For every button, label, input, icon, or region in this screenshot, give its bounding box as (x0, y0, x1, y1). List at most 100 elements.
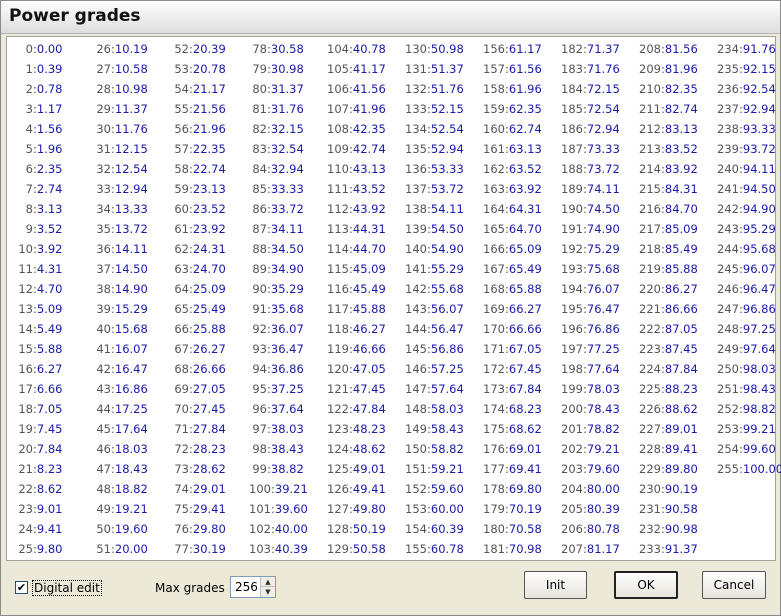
grade-entry[interactable]: 224:87.84 (631, 362, 709, 382)
grade-entry[interactable]: 137:53.72 (397, 182, 475, 202)
grade-entry[interactable]: 12:4.70 (7, 282, 85, 302)
grade-entry[interactable]: 217:85.09 (631, 222, 709, 242)
grade-entry[interactable]: 148:58.03 (397, 402, 475, 422)
grade-entry[interactable]: 115:45.09 (319, 262, 397, 282)
grade-entry[interactable]: 83:32.54 (241, 142, 319, 162)
grade-entry[interactable]: 10:3.92 (7, 242, 85, 262)
grade-entry[interactable]: 127:49.80 (319, 502, 397, 522)
grade-entry[interactable]: 123:48.23 (319, 422, 397, 442)
grade-entry[interactable]: 129:50.58 (319, 542, 397, 562)
grade-entry[interactable]: 118:46.27 (319, 322, 397, 342)
grade-entry[interactable]: 44:17.25 (85, 402, 163, 422)
grade-entry[interactable]: 162:63.52 (475, 162, 553, 182)
grade-entry[interactable]: 245:96.07 (709, 262, 781, 282)
grade-entry[interactable]: 212:83.13 (631, 122, 709, 142)
grade-entry[interactable]: 30:11.76 (85, 122, 163, 142)
grade-entry[interactable]: 136:53.33 (397, 162, 475, 182)
grade-entry[interactable]: 193:75.68 (553, 262, 631, 282)
grade-entry[interactable]: 101:39.60 (241, 502, 319, 522)
grade-entry[interactable]: 37:14.50 (85, 262, 163, 282)
grade-entry[interactable]: 159:62.35 (475, 102, 553, 122)
grade-entry[interactable]: 231:90.58 (631, 502, 709, 522)
grade-entry[interactable]: 205:80.39 (553, 502, 631, 522)
grade-entry[interactable]: 194:76.07 (553, 282, 631, 302)
grade-entry[interactable]: 227:89.01 (631, 422, 709, 442)
grade-entry[interactable]: 235:92.15 (709, 62, 781, 82)
grade-entry[interactable]: 135:52.94 (397, 142, 475, 162)
grade-entry[interactable]: 249:97.64 (709, 342, 781, 362)
grade-entry[interactable]: 246:96.47 (709, 282, 781, 302)
grade-entry[interactable]: 254:99.60 (709, 442, 781, 462)
grade-entry[interactable]: 201:78.82 (553, 422, 631, 442)
grade-entry[interactable]: 53:20.78 (163, 62, 241, 82)
grade-entry[interactable]: 31:12.15 (85, 142, 163, 162)
grade-entry[interactable]: 69:27.05 (163, 382, 241, 402)
grade-entry[interactable]: 182:71.37 (553, 42, 631, 62)
grade-entry[interactable]: 79:30.98 (241, 62, 319, 82)
grade-entry[interactable]: 50:19.60 (85, 522, 163, 542)
grade-entry[interactable]: 164:64.31 (475, 202, 553, 222)
grade-entry[interactable]: 14:5.49 (7, 322, 85, 342)
grade-entry[interactable]: 43:16.86 (85, 382, 163, 402)
grade-entry[interactable]: 18:7.05 (7, 402, 85, 422)
grade-entry[interactable]: 142:55.68 (397, 282, 475, 302)
grade-entry[interactable]: 124:48.62 (319, 442, 397, 462)
grade-entry[interactable]: 154:60.39 (397, 522, 475, 542)
grade-entry[interactable]: 52:20.39 (163, 42, 241, 62)
grade-entry[interactable]: 215:84.31 (631, 182, 709, 202)
grade-entry[interactable]: 190:74.50 (553, 202, 631, 222)
grade-entry[interactable]: 85:33.33 (241, 182, 319, 202)
grade-entry[interactable]: 21:8.23 (7, 462, 85, 482)
grade-entry[interactable]: 113:44.31 (319, 222, 397, 242)
grade-entry[interactable]: 49:19.21 (85, 502, 163, 522)
grade-entry[interactable]: 139:54.50 (397, 222, 475, 242)
grade-entry[interactable]: 114:44.70 (319, 242, 397, 262)
grade-entry[interactable]: 107:41.96 (319, 102, 397, 122)
grade-entry[interactable]: 119:46.66 (319, 342, 397, 362)
grade-entry[interactable]: 248:97.25 (709, 322, 781, 342)
grade-entry[interactable]: 188:73.72 (553, 162, 631, 182)
grade-entry[interactable]: 151:59.21 (397, 462, 475, 482)
grade-entry[interactable]: 202:79.21 (553, 442, 631, 462)
grade-entry[interactable]: 89:34.90 (241, 262, 319, 282)
grade-entry[interactable]: 222:87.05 (631, 322, 709, 342)
grade-entry[interactable]: 178:69.80 (475, 482, 553, 502)
grade-entry[interactable]: 138:54.11 (397, 202, 475, 222)
grade-entry[interactable]: 156:61.17 (475, 42, 553, 62)
grade-entry[interactable]: 15:5.88 (7, 342, 85, 362)
grade-entry[interactable]: 168:65.88 (475, 282, 553, 302)
grade-entry[interactable]: 97:38.03 (241, 422, 319, 442)
grade-entry[interactable]: 132:51.76 (397, 82, 475, 102)
grade-entry[interactable]: 96:37.64 (241, 402, 319, 422)
grade-entry[interactable]: 24:9.41 (7, 522, 85, 542)
grade-entry[interactable]: 86:33.72 (241, 202, 319, 222)
grade-entry[interactable]: 98:38.43 (241, 442, 319, 462)
grade-entry[interactable]: 247:96.86 (709, 302, 781, 322)
spinner-up-icon[interactable]: ▲ (261, 577, 275, 587)
grade-entry[interactable]: 144:56.47 (397, 322, 475, 342)
grade-entry[interactable]: 36:14.11 (85, 242, 163, 262)
digital-edit-label[interactable]: Digital edit (32, 580, 102, 596)
grade-entry[interactable]: 91:35.68 (241, 302, 319, 322)
grade-entry[interactable]: 200:78.43 (553, 402, 631, 422)
grade-entry[interactable]: 233:91.37 (631, 542, 709, 562)
grade-entry[interactable]: 25:9.80 (7, 542, 85, 562)
grade-entry[interactable]: 140:54.90 (397, 242, 475, 262)
grade-entry[interactable]: 70:27.45 (163, 402, 241, 422)
grade-entry[interactable]: 234:91.76 (709, 42, 781, 62)
grade-entry[interactable]: 109:42.74 (319, 142, 397, 162)
grade-entry[interactable]: 251:98.43 (709, 382, 781, 402)
grade-entry[interactable]: 65:25.49 (163, 302, 241, 322)
grade-entry[interactable]: 35:13.72 (85, 222, 163, 242)
grade-entry[interactable]: 74:29.01 (163, 482, 241, 502)
grade-entry[interactable]: 250:98.03 (709, 362, 781, 382)
grade-entry[interactable]: 4:1.56 (7, 122, 85, 142)
grade-entry[interactable]: 163:63.92 (475, 182, 553, 202)
grade-entry[interactable]: 252:98.82 (709, 402, 781, 422)
grade-entry[interactable]: 239:93.72 (709, 142, 781, 162)
grade-entry[interactable]: 199:78.03 (553, 382, 631, 402)
grade-entry[interactable]: 11:4.31 (7, 262, 85, 282)
grade-entry[interactable]: 220:86.27 (631, 282, 709, 302)
grade-entry[interactable]: 80:31.37 (241, 82, 319, 102)
grade-entry[interactable]: 175:68.62 (475, 422, 553, 442)
